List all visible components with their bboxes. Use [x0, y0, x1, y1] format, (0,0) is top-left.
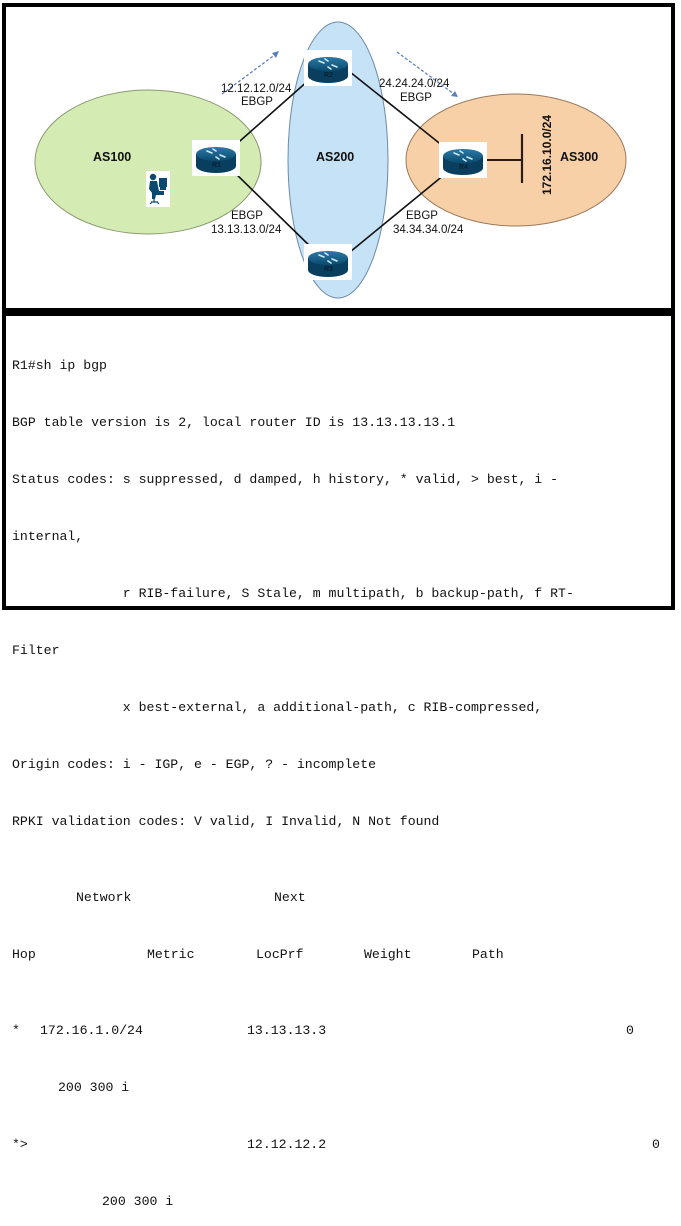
header-path: Path [472, 947, 504, 962]
router-r1-icon[interactable]: R1 [191, 139, 241, 177]
as300-label: AS300 [560, 150, 598, 164]
link-r1-r3-type: EBGP [231, 210, 263, 222]
router-r3-icon[interactable]: R3 [303, 243, 353, 281]
router-r2-icon[interactable]: R2 [303, 49, 353, 87]
user-workstation-icon [146, 171, 170, 207]
route-path: 200 300 i [102, 1194, 174, 1209]
route-path: 200 300 i [58, 1080, 130, 1095]
cli-status-codes-wrap-2: Filter [12, 643, 60, 658]
table-row-path: 200 300 i [12, 1192, 672, 1211]
cli-table-header-2: Hop Metric LocPrf Weight Path [12, 945, 672, 964]
route-status: * [12, 1023, 20, 1038]
link-r1-r2-subnet: 12.12.12.0/24 [221, 83, 292, 95]
link-r2-r4-type: EBGP [400, 92, 432, 104]
router-r1-label: R1 [212, 162, 221, 169]
route-weight: 0 [626, 1023, 634, 1038]
link-r1-r2-type: EBGP [241, 96, 273, 108]
route-status: *> [12, 1137, 28, 1152]
table-row-path: 200 300 i [12, 1078, 672, 1097]
table-row: *> 12.12.12.2 0 [12, 1135, 672, 1154]
as200-label: AS200 [316, 150, 354, 164]
cli-table-version-line: BGP table version is 2, local router ID … [12, 415, 456, 430]
table-row: * 172.16.1.0/24 13.13.13.3 0 [12, 1021, 672, 1040]
link-r3-r4-type: EBGP [406, 210, 438, 222]
header-hop: Hop [12, 947, 36, 962]
link-r3-r4-subnet: 34.34.34.0/24 [393, 224, 464, 236]
cli-origin-codes-line: Origin codes: i - IGP, e - EGP, ? - inco… [12, 757, 377, 772]
link-r1-r3-subnet: 13.13.13.0/24 [211, 224, 282, 236]
as100-label: AS100 [93, 150, 131, 164]
header-locprf: LocPrf [256, 947, 304, 962]
header-metric: Metric [147, 947, 195, 962]
lan-network-label: 172.16.10.0/24 [540, 115, 554, 195]
link-r2-r4-subnet: 24.24.24.0/24 [379, 78, 450, 90]
network-topology-diagram: AS100 AS200 AS300 172.16.10.0/24 12.12.1… [34, 21, 627, 299]
router-r3-label: R3 [324, 266, 333, 273]
route-network: 172.16.1.0/24 [40, 1023, 143, 1038]
router-r4-icon[interactable]: R4 [438, 141, 488, 179]
bgp-cli-output: R1#sh ip bgp BGP table version is 2, loc… [12, 318, 672, 1226]
router-r2-label: R2 [324, 72, 333, 79]
cli-status-codes-line-2: r RIB-failure, S Stale, m multipath, b b… [12, 586, 574, 601]
cli-status-codes-line-3: x best-external, a additional-path, c RI… [12, 700, 543, 715]
cli-rpki-codes-line: RPKI validation codes: V valid, I Invali… [12, 814, 440, 829]
cli-table-header-1: Network Next [12, 888, 672, 907]
header-weight: Weight [364, 947, 412, 962]
router-r4-label: R4 [459, 164, 468, 171]
header-next: Next [274, 890, 306, 905]
advertisement-arrow-right-icon [396, 51, 458, 97]
route-weight: 0 [652, 1137, 660, 1152]
cli-command-line: R1#sh ip bgp [12, 358, 107, 373]
cli-status-codes-line: Status codes: s suppressed, d damped, h … [12, 472, 559, 487]
route-next-hop: 12.12.12.2 [247, 1137, 327, 1152]
header-network: Network [76, 890, 132, 905]
route-next-hop: 13.13.13.3 [247, 1023, 327, 1038]
cli-status-codes-wrap: internal, [12, 529, 84, 544]
